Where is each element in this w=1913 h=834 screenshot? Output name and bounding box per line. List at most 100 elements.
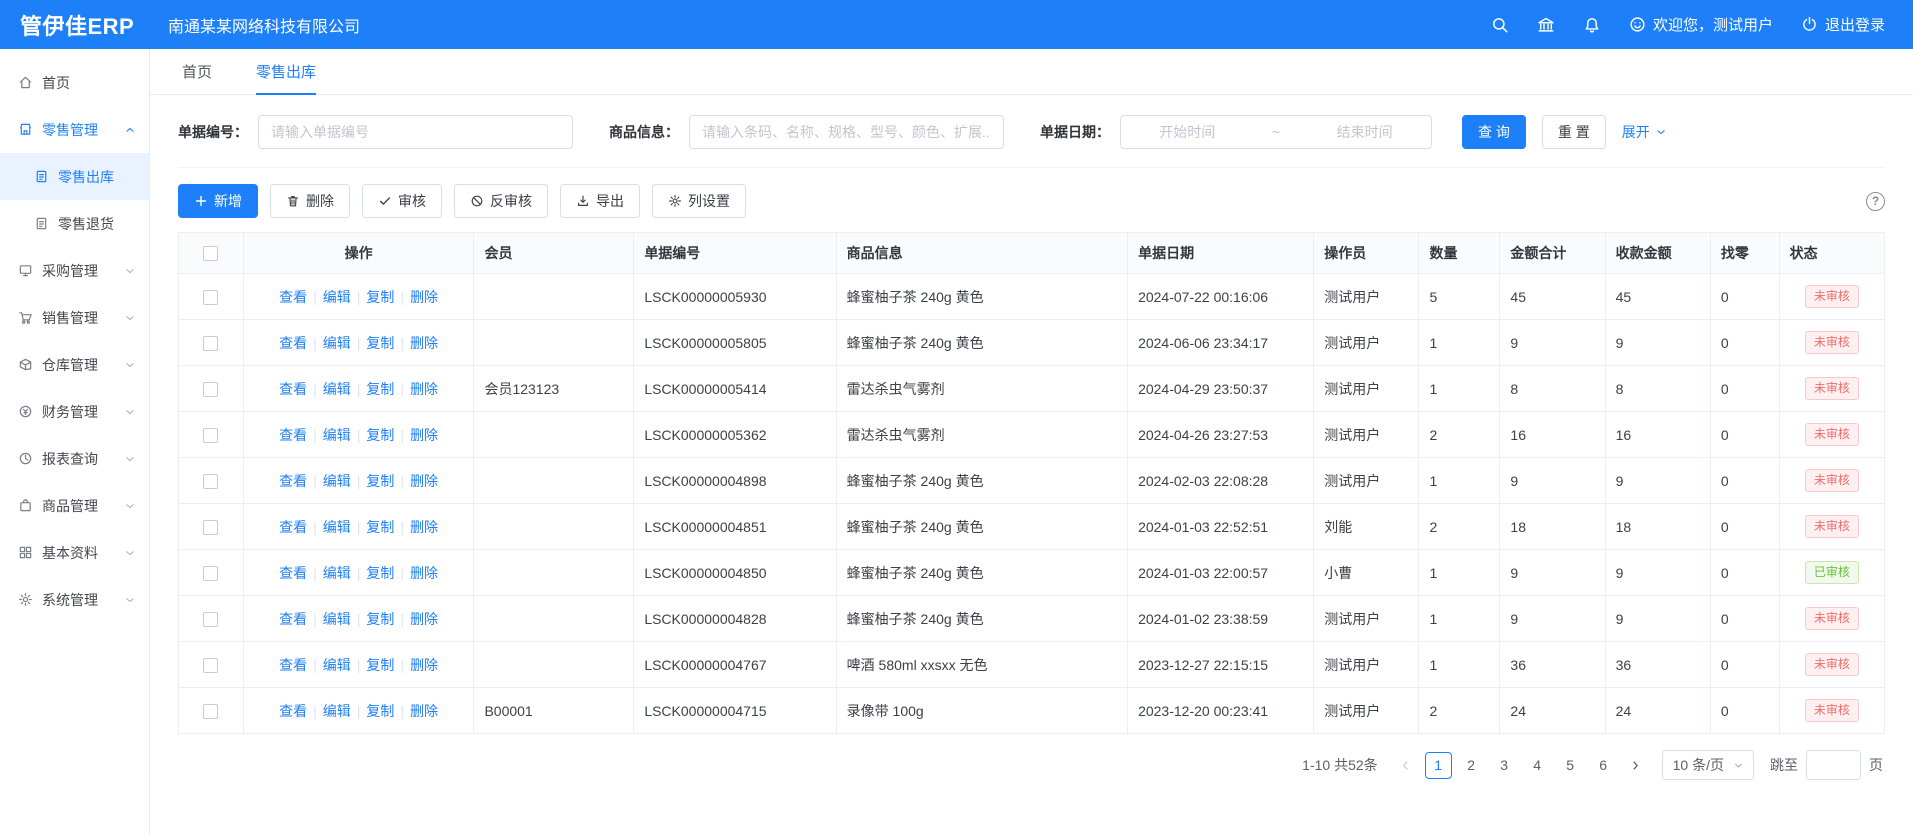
action-edit-link[interactable]: 编辑 bbox=[323, 611, 351, 627]
sidebar-item-goods[interactable]: 商品管理 bbox=[0, 482, 149, 529]
reset-button[interactable]: 重 置 bbox=[1542, 115, 1606, 149]
action-view-link[interactable]: 查看 bbox=[279, 289, 307, 305]
action-view-link[interactable]: 查看 bbox=[279, 565, 307, 581]
action-delete-link[interactable]: 删除 bbox=[410, 427, 438, 443]
action-edit-link[interactable]: 编辑 bbox=[323, 657, 351, 673]
action-copy-link[interactable]: 复制 bbox=[366, 473, 394, 489]
action-delete-link[interactable]: 删除 bbox=[410, 335, 438, 351]
received-cell: 45 bbox=[1605, 274, 1710, 320]
date-cell: 2023-12-27 22:15:15 bbox=[1128, 642, 1314, 688]
unaudit-button[interactable]: 反审核 bbox=[454, 184, 548, 218]
sidebar-item-label: 零售退货 bbox=[58, 214, 114, 234]
sidebar-item-finance[interactable]: 财务管理 bbox=[0, 388, 149, 435]
sidebar-item-warehouse[interactable]: 仓库管理 bbox=[0, 341, 149, 388]
action-copy-link[interactable]: 复制 bbox=[366, 519, 394, 535]
row-checkbox[interactable] bbox=[203, 290, 218, 305]
page-button-2[interactable]: 2 bbox=[1458, 752, 1485, 779]
expand-link[interactable]: 展开 bbox=[1622, 122, 1666, 142]
action-edit-link[interactable]: 编辑 bbox=[323, 335, 351, 351]
page-button-3[interactable]: 3 bbox=[1491, 752, 1518, 779]
action-copy-link[interactable]: 复制 bbox=[366, 427, 394, 443]
tab-retail-out[interactable]: 零售出库 bbox=[256, 49, 316, 94]
sidebar-item-home[interactable]: 首页 bbox=[0, 59, 149, 106]
action-copy-link[interactable]: 复制 bbox=[366, 657, 394, 673]
action-edit-link[interactable]: 编辑 bbox=[323, 427, 351, 443]
action-delete-link[interactable]: 删除 bbox=[410, 289, 438, 305]
select-all-checkbox[interactable] bbox=[203, 246, 218, 261]
action-copy-link[interactable]: 复制 bbox=[366, 611, 394, 627]
action-view-link[interactable]: 查看 bbox=[279, 703, 307, 719]
row-checkbox[interactable] bbox=[203, 382, 218, 397]
row-checkbox[interactable] bbox=[203, 336, 218, 351]
status-cell: 未审核 bbox=[1779, 504, 1884, 550]
row-checkbox[interactable] bbox=[203, 520, 218, 535]
date-range-input[interactable]: 开始时间 ~ 结束时间 bbox=[1120, 115, 1432, 149]
audit-button[interactable]: 审核 bbox=[362, 184, 442, 218]
product-input[interactable] bbox=[689, 115, 1004, 149]
sidebar-item-sale[interactable]: 销售管理 bbox=[0, 294, 149, 341]
action-edit-link[interactable]: 编辑 bbox=[323, 381, 351, 397]
page-button-1[interactable]: 1 bbox=[1425, 752, 1452, 779]
action-view-link[interactable]: 查看 bbox=[279, 657, 307, 673]
page-button-5[interactable]: 5 bbox=[1557, 752, 1584, 779]
add-button[interactable]: 新增 bbox=[178, 184, 258, 218]
action-separator: | bbox=[357, 381, 361, 397]
action-edit-link[interactable]: 编辑 bbox=[323, 565, 351, 581]
action-copy-link[interactable]: 复制 bbox=[366, 289, 394, 305]
column-settings-button[interactable]: 列设置 bbox=[652, 184, 746, 218]
jump-page-input[interactable] bbox=[1806, 750, 1861, 780]
action-copy-link[interactable]: 复制 bbox=[366, 335, 394, 351]
tab-home[interactable]: 首页 bbox=[182, 49, 212, 94]
action-copy-link[interactable]: 复制 bbox=[366, 565, 394, 581]
action-edit-link[interactable]: 编辑 bbox=[323, 519, 351, 535]
page-button-4[interactable]: 4 bbox=[1524, 752, 1551, 779]
action-delete-link[interactable]: 删除 bbox=[410, 473, 438, 489]
action-view-link[interactable]: 查看 bbox=[279, 381, 307, 397]
bill-no-input[interactable] bbox=[258, 115, 573, 149]
help-icon[interactable]: ? bbox=[1866, 192, 1885, 211]
page-button-6[interactable]: 6 bbox=[1590, 752, 1617, 779]
search-button[interactable]: 查 询 bbox=[1462, 115, 1526, 149]
action-edit-link[interactable]: 编辑 bbox=[323, 473, 351, 489]
action-delete-link[interactable]: 删除 bbox=[410, 519, 438, 535]
action-edit-link[interactable]: 编辑 bbox=[323, 289, 351, 305]
row-checkbox[interactable] bbox=[203, 658, 218, 673]
action-delete-link[interactable]: 删除 bbox=[410, 565, 438, 581]
sidebar: 首页零售管理零售出库零售退货采购管理销售管理仓库管理财务管理报表查询商品管理基本… bbox=[0, 49, 150, 834]
page-size-select[interactable]: 10 条/页 bbox=[1662, 750, 1754, 780]
logout-button[interactable]: 退出登录 bbox=[1801, 14, 1885, 35]
action-view-link[interactable]: 查看 bbox=[279, 611, 307, 627]
row-checkbox[interactable] bbox=[203, 474, 218, 489]
action-view-link[interactable]: 查看 bbox=[279, 335, 307, 351]
delete-button[interactable]: 删除 bbox=[270, 184, 350, 218]
action-delete-link[interactable]: 删除 bbox=[410, 611, 438, 627]
table-row: 查看|编辑|复制|删除LSCK00000005805蜂蜜柚子茶 240g 黄色2… bbox=[179, 320, 1885, 366]
action-delete-link[interactable]: 删除 bbox=[410, 703, 438, 719]
action-view-link[interactable]: 查看 bbox=[279, 473, 307, 489]
action-view-link[interactable]: 查看 bbox=[279, 519, 307, 535]
sidebar-item-retail-return[interactable]: 零售退货 bbox=[0, 200, 149, 247]
action-delete-link[interactable]: 删除 bbox=[410, 657, 438, 673]
row-checkbox[interactable] bbox=[203, 566, 218, 581]
welcome-user[interactable]: 欢迎您，测试用户 bbox=[1629, 14, 1773, 35]
sidebar-item-retail-out[interactable]: 零售出库 bbox=[0, 153, 149, 200]
sidebar-item-report[interactable]: 报表查询 bbox=[0, 435, 149, 482]
row-checkbox[interactable] bbox=[203, 704, 218, 719]
next-page-button[interactable] bbox=[1624, 751, 1648, 779]
search-icon[interactable] bbox=[1491, 16, 1509, 34]
sidebar-item-retail[interactable]: 零售管理 bbox=[0, 106, 149, 153]
action-view-link[interactable]: 查看 bbox=[279, 427, 307, 443]
action-copy-link[interactable]: 复制 bbox=[366, 381, 394, 397]
prev-page-button[interactable] bbox=[1394, 751, 1418, 779]
export-button[interactable]: 导出 bbox=[560, 184, 640, 218]
action-delete-link[interactable]: 删除 bbox=[410, 381, 438, 397]
action-copy-link[interactable]: 复制 bbox=[366, 703, 394, 719]
sidebar-item-base[interactable]: 基本资料 bbox=[0, 529, 149, 576]
row-checkbox[interactable] bbox=[203, 612, 218, 627]
sidebar-item-system[interactable]: 系统管理 bbox=[0, 576, 149, 623]
row-checkbox[interactable] bbox=[203, 428, 218, 443]
bank-icon[interactable] bbox=[1537, 16, 1555, 34]
action-edit-link[interactable]: 编辑 bbox=[323, 703, 351, 719]
bell-icon[interactable] bbox=[1583, 16, 1601, 34]
sidebar-item-purchase[interactable]: 采购管理 bbox=[0, 247, 149, 294]
